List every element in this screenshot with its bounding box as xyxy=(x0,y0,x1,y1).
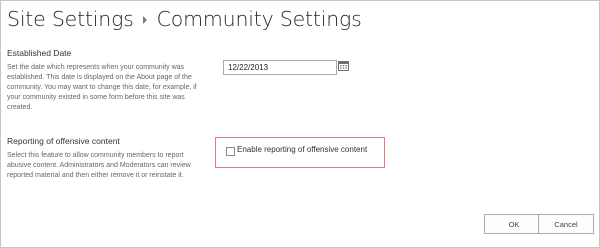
reporting-heading: Reporting of offensive content xyxy=(7,136,120,146)
breadcrumb-site-settings[interactable]: Site Settings xyxy=(7,7,134,31)
ok-button[interactable]: OK xyxy=(484,214,544,234)
breadcrumb: Site Settings Community Settings xyxy=(7,2,362,36)
enable-reporting-checkbox[interactable] xyxy=(226,147,235,156)
established-date-input[interactable] xyxy=(223,60,337,75)
reporting-description: Select this feature to allow community m… xyxy=(7,152,191,179)
enable-reporting-label[interactable]: Enable reporting of offensive content xyxy=(237,145,367,154)
established-date-heading: Established Date xyxy=(7,48,72,58)
dialog-frame xyxy=(0,0,600,248)
established-date-description: Set the date which represents when your … xyxy=(7,64,197,111)
calendar-icon[interactable] xyxy=(338,61,349,71)
breadcrumb-separator-icon xyxy=(142,16,147,24)
page-title: Community Settings xyxy=(156,7,362,31)
cancel-button[interactable]: Cancel xyxy=(538,214,594,234)
